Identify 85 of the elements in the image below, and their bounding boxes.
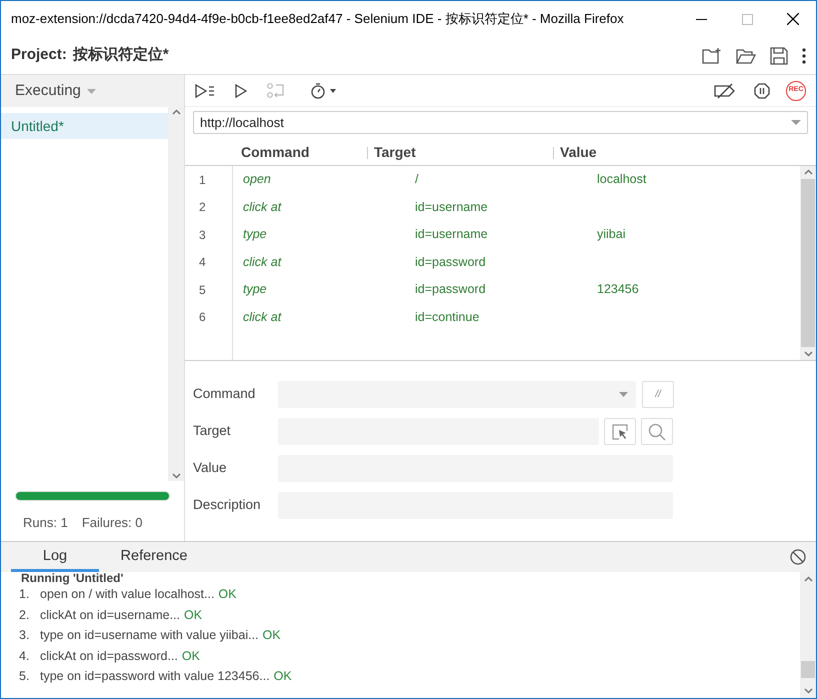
column-header: Target xyxy=(367,146,553,158)
panel-tab[interactable]: Log xyxy=(11,545,99,572)
clear-log-icon[interactable] xyxy=(790,549,806,565)
comment-button[interactable]: // xyxy=(642,381,674,408)
save-icon[interactable] xyxy=(770,46,788,64)
log-number: 2. xyxy=(19,606,30,624)
field-label: Command xyxy=(193,385,256,404)
scrollbar-thumb[interactable] xyxy=(801,661,815,678)
log-number: 3. xyxy=(19,627,30,644)
target-cell[interactable]: id=username xyxy=(415,227,488,242)
line-number: 5 xyxy=(199,282,206,299)
pause-icon[interactable] xyxy=(754,82,770,98)
command-cell[interactable]: click at xyxy=(243,310,282,324)
scroll-down-icon[interactable] xyxy=(804,688,812,694)
log-status: OK xyxy=(182,648,200,664)
folder-icon[interactable] xyxy=(736,46,756,64)
minimize-icon xyxy=(696,18,706,20)
line-number: 6 xyxy=(199,309,206,326)
log-number: 5. xyxy=(19,668,30,685)
log-entry: open on / with value localhost... xyxy=(40,586,214,603)
failures-count: Failures: 0 xyxy=(82,514,143,532)
window-title: moz-extension://dcda7420-94d4-4f9e-b0cb-f1ee8ed2af47 - Selenium IDE - 按标识符定位* - Mozilla Firefox xyxy=(11,10,625,28)
command-cell[interactable]: open xyxy=(243,172,271,186)
value-cell[interactable]: yiibai xyxy=(597,227,626,242)
close-icon xyxy=(787,13,799,25)
column-header: Value xyxy=(553,146,816,158)
play-icon[interactable] xyxy=(235,84,247,98)
log-number: 1. xyxy=(19,586,30,603)
scrollbar[interactable] xyxy=(168,107,184,481)
scrollbar-thumb[interactable] xyxy=(801,179,815,347)
field-label: Description xyxy=(193,496,262,514)
scroll-down-icon[interactable] xyxy=(172,473,180,479)
log-entry: clickAt on id=password... xyxy=(40,648,178,665)
find-target-button[interactable] xyxy=(641,418,673,445)
select-target-button[interactable] xyxy=(604,418,636,445)
test-item[interactable]: Untitled* xyxy=(1,113,168,139)
command-cell[interactable]: type xyxy=(243,227,267,242)
cursor-icon xyxy=(612,424,628,440)
field-label: Target xyxy=(193,422,232,440)
scroll-up-icon[interactable] xyxy=(172,109,180,115)
project-name[interactable]: 按标识符定位* xyxy=(72,44,702,67)
log-number: 4. xyxy=(19,648,30,664)
project-label: Project: xyxy=(11,45,67,66)
column-header: Command xyxy=(240,146,310,158)
runs-count: Runs: 1 xyxy=(23,514,68,532)
scroll-up-icon[interactable] xyxy=(804,169,812,175)
log-entry: type on id=username with value yiibai... xyxy=(40,627,259,644)
target-cell[interactable]: / xyxy=(415,172,418,186)
value-cell[interactable]: 123456 xyxy=(597,282,639,296)
dropdown-arrow-icon xyxy=(619,392,628,397)
caret-icon xyxy=(86,88,96,94)
line-number: 3 xyxy=(199,226,206,244)
timer-dropdown-icon[interactable] xyxy=(311,82,337,98)
command-cell[interactable]: click at xyxy=(243,200,282,214)
command-cell[interactable]: type xyxy=(243,282,267,296)
line-number: 1 xyxy=(199,172,206,189)
panel-tab[interactable]: Reference xyxy=(99,545,209,572)
scrollbar[interactable] xyxy=(800,166,816,360)
scroll-down-icon[interactable] xyxy=(804,351,812,357)
new-folder-icon[interactable] xyxy=(702,46,722,64)
dropdown-arrow-icon xyxy=(791,120,801,125)
target-cell[interactable]: id=password xyxy=(415,254,486,269)
target-cell[interactable]: id=continue xyxy=(415,310,480,324)
log-heading: Running 'Untitled' xyxy=(20,572,124,584)
disable-breakpoints-icon[interactable] xyxy=(714,82,736,98)
more-icon[interactable] xyxy=(802,48,806,64)
log-status: OK xyxy=(274,668,292,685)
run-all-icon[interactable] xyxy=(195,84,215,98)
line-number: 4 xyxy=(199,254,206,272)
scroll-up-icon[interactable] xyxy=(804,576,812,582)
log-status: OK xyxy=(262,627,281,644)
log-entry: clickAt on id=username... xyxy=(40,606,180,624)
target-cell[interactable]: id=username xyxy=(415,200,488,214)
log-entry: type on id=password with value 123456... xyxy=(40,668,270,685)
log-status: OK xyxy=(184,606,202,624)
field-label: Value xyxy=(193,459,228,478)
url-field[interactable]: http://localhost xyxy=(193,111,808,134)
log-status: OK xyxy=(218,586,236,603)
target-cell[interactable]: id=password xyxy=(415,282,486,296)
value-cell[interactable]: localhost xyxy=(597,172,646,186)
search-icon xyxy=(648,422,666,440)
scrollbar[interactable] xyxy=(800,572,816,698)
maximize-icon xyxy=(742,14,752,24)
line-number: 2 xyxy=(199,199,206,216)
command-cell[interactable]: click at xyxy=(243,254,282,269)
